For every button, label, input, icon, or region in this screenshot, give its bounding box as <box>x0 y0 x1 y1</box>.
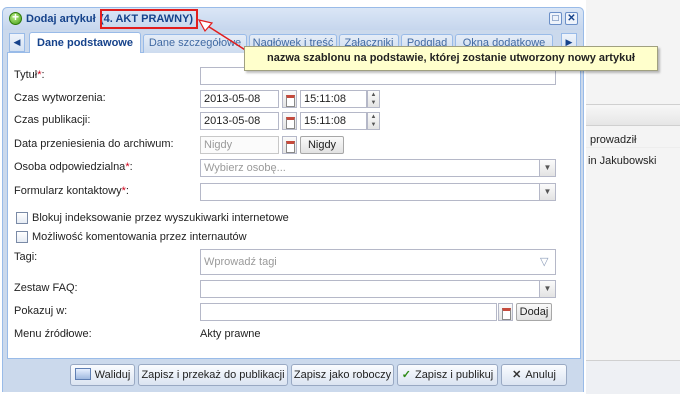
tags-input[interactable]: Wprowadź tagi <box>200 249 556 275</box>
archive-never-button[interactable]: Nigdy <box>300 136 344 154</box>
block-indexing-label: Blokuj indeksowanie przez wyszukiwarki i… <box>32 212 289 224</box>
contact-form-label: Formularz kontaktowy*: <box>14 185 129 197</box>
created-calendar-icon[interactable] <box>282 90 297 108</box>
check-icon: ✓ <box>401 369 411 381</box>
tab-dane-szczegolowe[interactable]: Dane szczegółowe <box>143 34 247 53</box>
archive-label: Data przeniesienia do archiwum: <box>14 138 174 150</box>
published-time-spinner-icon[interactable]: ▲ ▼ <box>367 112 380 130</box>
validate-icon <box>74 368 91 380</box>
tags-dropdown-icon[interactable]: ▽ <box>540 255 548 268</box>
contact-form-dropdown-icon[interactable]: ▼ <box>539 183 556 201</box>
block-indexing-checkbox[interactable] <box>16 212 28 224</box>
save-and-publish-label: Zapisz i publikuj <box>414 369 494 381</box>
published-calendar-icon[interactable] <box>282 112 297 130</box>
source-menu-label: Menu źródłowe: <box>14 328 92 340</box>
archive-calendar-icon[interactable] <box>282 136 297 154</box>
dialog-titlebar[interactable]: Dodaj artykuł (4. AKT PRAWNY) □ ✕ <box>3 8 583 30</box>
contact-form-combo-input[interactable] <box>200 183 540 201</box>
show-in-calendar-icon[interactable] <box>498 303 513 321</box>
form-body: Tytuł*: Czas wytworzenia: 2013-05-08 15:… <box>7 53 581 359</box>
created-label: Czas wytworzenia: <box>14 92 106 104</box>
faq-combo-input[interactable] <box>200 280 540 298</box>
title-label-text: Tytuł <box>14 69 38 81</box>
close-icon[interactable]: ✕ <box>565 12 578 25</box>
title-label: Tytuł*: <box>14 69 45 81</box>
archive-date-input[interactable]: Nigdy <box>200 136 279 154</box>
faq-label: Zestaw FAQ: <box>14 282 78 294</box>
allow-comments-checkbox[interactable] <box>16 231 28 243</box>
published-date-input[interactable]: 2013-05-08 <box>200 112 279 130</box>
person-label: Osoba odpowiedzialna*: <box>14 161 133 173</box>
label-colon: : <box>129 161 133 173</box>
person-dropdown-icon[interactable]: ▼ <box>539 159 556 177</box>
created-time-input[interactable]: 15:11:08 <box>300 90 367 108</box>
cancel-button-label: Anuluj <box>525 369 556 381</box>
cancel-icon: ✕ <box>512 369 522 381</box>
person-label-text: Osoba odpowiedzialna <box>14 161 126 173</box>
cancel-button[interactable]: ✕ Anuluj <box>501 364 567 386</box>
add-icon <box>9 10 22 25</box>
save-draft-button[interactable]: Zapisz jako roboczy <box>291 364 394 386</box>
background-grid-row[interactable] <box>586 126 680 148</box>
published-time-input[interactable]: 15:11:08 <box>300 112 367 130</box>
validate-button-label: Waliduj <box>94 369 131 381</box>
published-label: Czas publikacji: <box>14 114 91 126</box>
source-menu-value: Akty prawne <box>200 328 261 340</box>
contact-form-label-text: Formularz kontaktowy <box>14 185 122 197</box>
label-colon: : <box>125 185 129 197</box>
save-and-pass-button[interactable]: Zapisz i przekaż do publikacji <box>138 364 288 386</box>
background-grid-header <box>586 104 680 126</box>
created-date-input[interactable]: 2013-05-08 <box>200 90 279 108</box>
annotation-callout: nazwa szablonu na podstawie, której zost… <box>244 46 658 71</box>
show-in-add-button[interactable]: Dodaj <box>516 303 552 321</box>
show-in-input[interactable] <box>200 303 497 321</box>
tab-scroll-left-icon[interactable]: ◀ <box>9 33 25 52</box>
maximize-icon[interactable]: □ <box>549 12 562 25</box>
faq-dropdown-icon[interactable]: ▼ <box>539 280 556 298</box>
dialog-title: Dodaj artykuł <box>26 13 96 25</box>
tags-label: Tagi: <box>14 251 38 263</box>
template-name-highlight <box>100 9 198 29</box>
created-time-spinner-icon[interactable]: ▲ ▼ <box>367 90 380 108</box>
save-and-publish-button[interactable]: ✓ Zapisz i publikuj <box>397 364 498 386</box>
show-in-label: Pokazuj w: <box>14 305 68 317</box>
tab-dane-podstawowe[interactable]: Dane podstawowe <box>29 32 141 54</box>
background-cell: in Jakubowski <box>588 155 657 167</box>
background-footer <box>586 360 680 394</box>
allow-comments-label: Możliwość komentowania przez internautów <box>32 231 247 243</box>
person-combo-input[interactable]: Wybierz osobę... <box>200 159 540 177</box>
validate-button[interactable]: Waliduj <box>70 364 135 386</box>
label-colon: : <box>41 69 45 81</box>
